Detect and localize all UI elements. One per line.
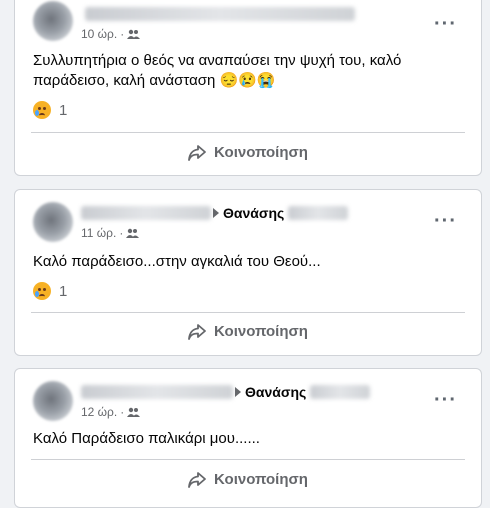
recipient-surname-blurred[interactable] xyxy=(288,206,349,220)
timestamp-text[interactable]: 10 ώρ. xyxy=(81,27,117,41)
post-card: Θανάσης 12 ώρ. · ··· Καλό Παράδεισο παλι… xyxy=(14,368,482,508)
share-label: Κοινοποίηση xyxy=(214,144,308,161)
share-button[interactable]: Κοινοποίηση xyxy=(15,144,481,161)
reaction-summary[interactable]: 1 xyxy=(33,101,67,119)
divider xyxy=(31,312,465,313)
post-text: Συλλυπητήρια ο θεός να αναπαύσει την ψυχ… xyxy=(33,52,402,89)
reaction-count: 1 xyxy=(59,101,68,119)
post-timestamp[interactable]: 12 ώρ. · xyxy=(81,405,141,419)
divider xyxy=(31,459,465,460)
post-card: 10 ώρ. · ··· Συλλυπητήρια ο θεός να αναπ… xyxy=(14,0,482,176)
sad-emoji-icon xyxy=(33,282,51,300)
reaction-summary[interactable]: 1 xyxy=(33,282,67,300)
post-header-names: Θανάσης xyxy=(213,205,349,221)
post-text: Καλό παράδεισο...στην αγκαλιά του Θεού..… xyxy=(33,253,321,270)
more-options-icon[interactable]: ··· xyxy=(434,211,457,231)
post-timestamp[interactable]: 10 ώρ. · xyxy=(81,27,141,41)
avatar[interactable] xyxy=(33,381,73,421)
share-button[interactable]: Κοινοποίηση xyxy=(15,323,481,340)
share-arrow-icon xyxy=(188,471,206,488)
recipient-name[interactable]: Θανάσης xyxy=(223,205,284,221)
arrow-right-icon xyxy=(213,208,219,218)
friends-icon xyxy=(127,407,141,417)
post-card: Θανάσης 11 ώρ. · ··· Καλό παράδεισο...στ… xyxy=(14,189,482,356)
post-text: Καλό Παράδεισο παλικάρι μου...... xyxy=(33,430,260,447)
share-button[interactable]: Κοινοποίηση xyxy=(15,471,481,488)
avatar[interactable] xyxy=(33,202,73,242)
author-name-blurred[interactable] xyxy=(81,206,211,220)
share-label: Κοινοποίηση xyxy=(214,471,308,488)
sad-emoji-icon xyxy=(33,101,51,119)
friends-icon xyxy=(127,29,141,39)
more-options-icon[interactable]: ··· xyxy=(434,390,457,410)
post-timestamp[interactable]: 11 ώρ. · xyxy=(81,226,140,240)
share-label: Κοινοποίηση xyxy=(214,323,308,340)
post-header-names: Θανάσης xyxy=(235,384,371,400)
author-name-blurred[interactable] xyxy=(81,385,233,399)
avatar[interactable] xyxy=(33,1,73,41)
friends-icon xyxy=(126,228,140,238)
reaction-count: 1 xyxy=(59,282,68,300)
more-options-icon[interactable]: ··· xyxy=(434,14,457,34)
share-arrow-icon xyxy=(188,323,206,340)
divider xyxy=(31,132,465,133)
arrow-right-icon xyxy=(235,387,241,397)
share-arrow-icon xyxy=(188,144,206,161)
recipient-surname-blurred[interactable] xyxy=(310,385,371,399)
author-name-blurred[interactable] xyxy=(85,7,355,21)
recipient-name[interactable]: Θανάσης xyxy=(245,384,306,400)
timestamp-text[interactable]: 11 ώρ. xyxy=(81,226,116,240)
timestamp-text[interactable]: 12 ώρ. xyxy=(81,405,117,419)
